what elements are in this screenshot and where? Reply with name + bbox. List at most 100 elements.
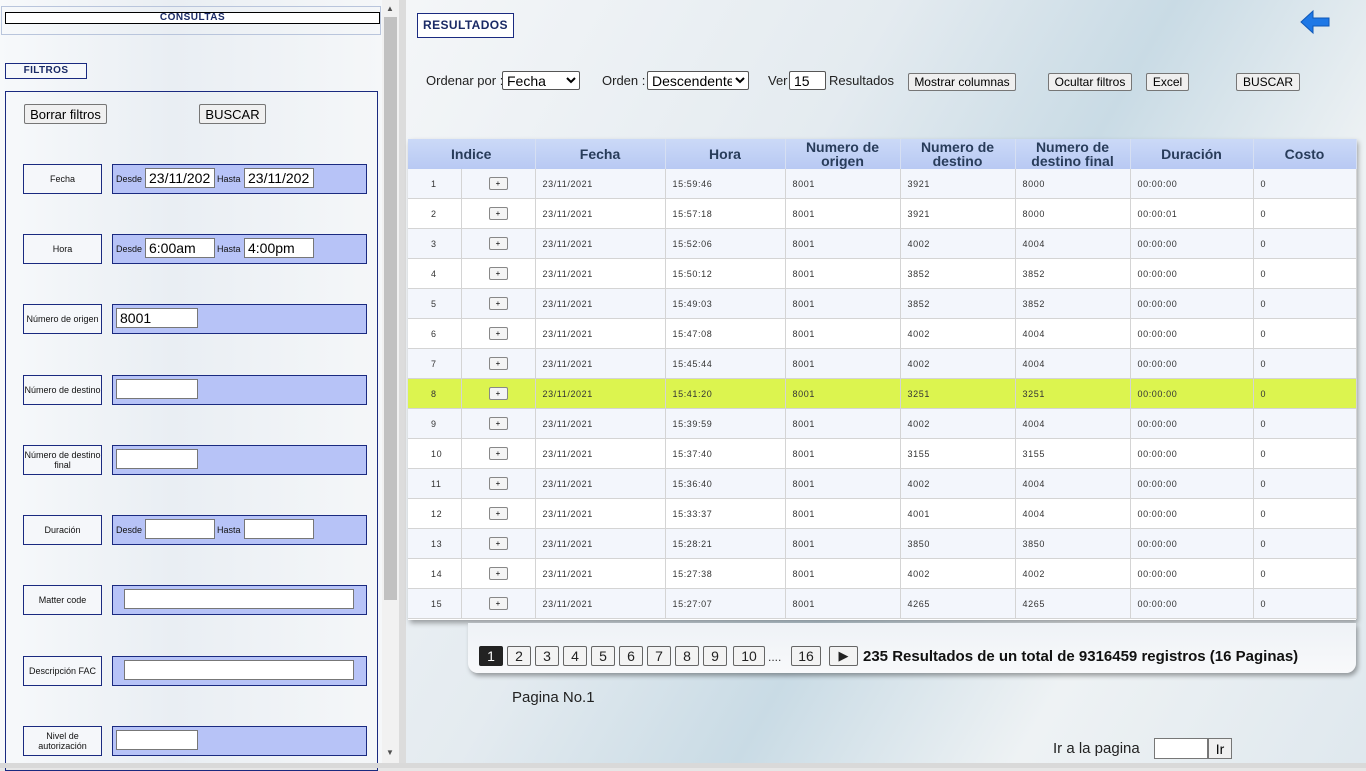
table-row[interactable]: 3 +23/11/2021 15:52:06 8001 4002 4004 00:00:00… [408,228,1357,259]
cell-destino-final: 3852 [1015,288,1131,319]
cell-fecha: 23/11/2021 [535,528,666,559]
col-header-destino-final[interactable]: Numero de destino final [1015,139,1131,169]
cell-expand: + [461,528,536,559]
table-row[interactable]: 11 +23/11/2021 15:36:40 8001 4002 4004 00:00:0… [408,468,1357,499]
ordenar-select[interactable]: Fecha [502,71,580,90]
table-row[interactable]: 9 +23/11/2021 15:39:59 8001 4002 4004 00:00:00… [408,408,1357,439]
page-button-last[interactable]: 16 [791,646,821,666]
table-header-row: Indice Fecha Hora Numero de origen Numer… [408,139,1357,169]
cell-costo: 0 [1253,288,1357,319]
duracion-from-input[interactable] [145,519,215,539]
excel-button[interactable]: Excel [1146,73,1189,91]
expand-row-button[interactable]: + [488,327,508,340]
scroll-up-icon[interactable]: ▲ [386,4,394,13]
orden-select[interactable]: Descendente [647,71,749,90]
col-header-costo[interactable]: Costo [1253,139,1357,169]
table-row[interactable]: 12 +23/11/2021 15:33:37 8001 4001 4004 00:00:0… [408,498,1357,529]
col-header-fecha[interactable]: Fecha [535,139,666,169]
goto-page-input[interactable] [1154,738,1208,759]
cell-destino: 4265 [900,588,1016,619]
table-row[interactable]: 5 +23/11/2021 15:49:03 8001 3852 3852 00:00:00… [408,288,1357,319]
page-button-6[interactable]: 6 [619,646,643,666]
page-button-10[interactable]: 10 [733,646,765,666]
page-button-5[interactable]: 5 [591,646,615,666]
col-header-duracion[interactable]: Duración [1130,139,1254,169]
cell-hora: 15:57:18 [665,198,786,229]
clear-filters-button[interactable]: Borrar filtros [24,104,107,124]
hora-from-input[interactable] [145,238,215,258]
page-button-7[interactable]: 7 [647,646,671,666]
cell-destino: 4002 [900,228,1016,259]
origen-input[interactable] [116,308,198,328]
table-row[interactable]: 15 +23/11/2021 15:27:07 8001 4265 4265 00:00:0… [408,588,1357,619]
table-row[interactable]: 1 +23/11/2021 15:59:46 8001 3921 8000 00:00:00… [408,169,1357,199]
table-row[interactable]: 7 +23/11/2021 15:45:44 8001 4002 4004 00:00:00… [408,348,1357,379]
expand-row-button[interactable]: + [488,387,508,400]
destino-input[interactable] [116,379,198,399]
ocultar-filtros-button[interactable]: Ocultar filtros [1048,73,1132,91]
table-row[interactable]: 2 +23/11/2021 15:57:18 8001 3921 8000 00:00:01… [408,198,1357,229]
expand-row-button[interactable]: + [488,507,508,520]
cell-costo: 0 [1253,198,1357,229]
scroll-thumb[interactable] [384,17,397,600]
expand-row-button[interactable]: + [488,477,508,490]
cell-destino-final: 8000 [1015,198,1131,229]
destino-final-input[interactable] [116,449,198,469]
page-button-9[interactable]: 9 [703,646,727,666]
cell-hora: 15:27:07 [665,588,786,619]
table-row[interactable]: 8 +23/11/2021 15:41:20 8001 3251 3251 00:00:00… [408,378,1357,409]
col-header-origen[interactable]: Numero de origen [785,139,901,169]
table-row[interactable]: 13 +23/11/2021 15:28:21 8001 3850 3850 00:00:0… [408,528,1357,559]
ver-input[interactable] [789,71,826,90]
page-button-1[interactable]: 1 [479,646,503,666]
cell-indice: 4 [408,258,462,289]
hora-to-input[interactable] [244,238,314,258]
duracion-to-input[interactable] [244,519,314,539]
pagination: 1 2 3 4 5 6 7 8 9 10 .... 16 ▶ 235 Resultados de … [468,623,1356,673]
cell-expand: + [461,408,536,439]
cell-duracion: 00:00:00 [1130,318,1254,349]
expand-row-button[interactable]: + [488,297,508,310]
fecha-from-input[interactable] [145,168,215,188]
nivel-autorizacion-filter [112,726,367,756]
col-header-hora[interactable]: Hora [665,139,786,169]
descripcion-fac-input[interactable] [124,660,354,680]
expand-row-button[interactable]: + [488,417,508,430]
page-button-4[interactable]: 4 [563,646,587,666]
expand-row-button[interactable]: + [488,237,508,250]
cell-fecha: 23/11/2021 [535,588,666,619]
filter-search-button[interactable]: BUSCAR [199,104,266,124]
left-arrow-icon[interactable] [1299,8,1331,36]
expand-row-button[interactable]: + [488,567,508,580]
page-button-2[interactable]: 2 [507,646,531,666]
table-row[interactable]: 10 +23/11/2021 15:37:40 8001 3155 3155 00:00:0… [408,438,1357,469]
left-scrollbar[interactable]: ▲ ▼ [382,0,399,763]
cell-destino-final: 3852 [1015,258,1131,289]
descripcion-fac-filter [112,656,367,686]
expand-row-button[interactable]: + [488,447,508,460]
table-row[interactable]: 14 +23/11/2021 15:27:38 8001 4002 4002 00:00:0… [408,558,1357,589]
table-row[interactable]: 4 +23/11/2021 15:50:12 8001 3852 3852 00:00:00… [408,258,1357,289]
col-header-indice[interactable]: Indice [408,139,536,169]
expand-row-button[interactable]: + [488,207,508,220]
scroll-down-icon[interactable]: ▼ [386,748,394,757]
expand-row-button[interactable]: + [488,177,508,190]
page-button-8[interactable]: 8 [675,646,699,666]
expand-row-button[interactable]: + [488,597,508,610]
cell-hora: 15:36:40 [665,468,786,499]
fecha-to-input[interactable] [244,168,314,188]
nivel-autorizacion-input[interactable] [116,730,198,750]
page-button-3[interactable]: 3 [535,646,559,666]
goto-page-button[interactable]: Ir [1208,738,1232,759]
table-row[interactable]: 6 +23/11/2021 15:47:08 8001 4002 4004 00:00:00… [408,318,1357,349]
cell-duracion: 00:00:00 [1130,588,1254,619]
mostrar-columnas-button[interactable]: Mostrar columnas [908,73,1016,91]
col-header-destino[interactable]: Numero de destino [900,139,1016,169]
expand-row-button[interactable]: + [488,267,508,280]
expand-row-button[interactable]: + [488,357,508,370]
resultados-label: Resultados [829,73,895,88]
expand-row-button[interactable]: + [488,537,508,550]
results-search-button[interactable]: BUSCAR [1236,73,1300,91]
matter-code-input[interactable] [124,589,354,609]
play-triangle-icon[interactable]: ▶ [829,646,858,666]
